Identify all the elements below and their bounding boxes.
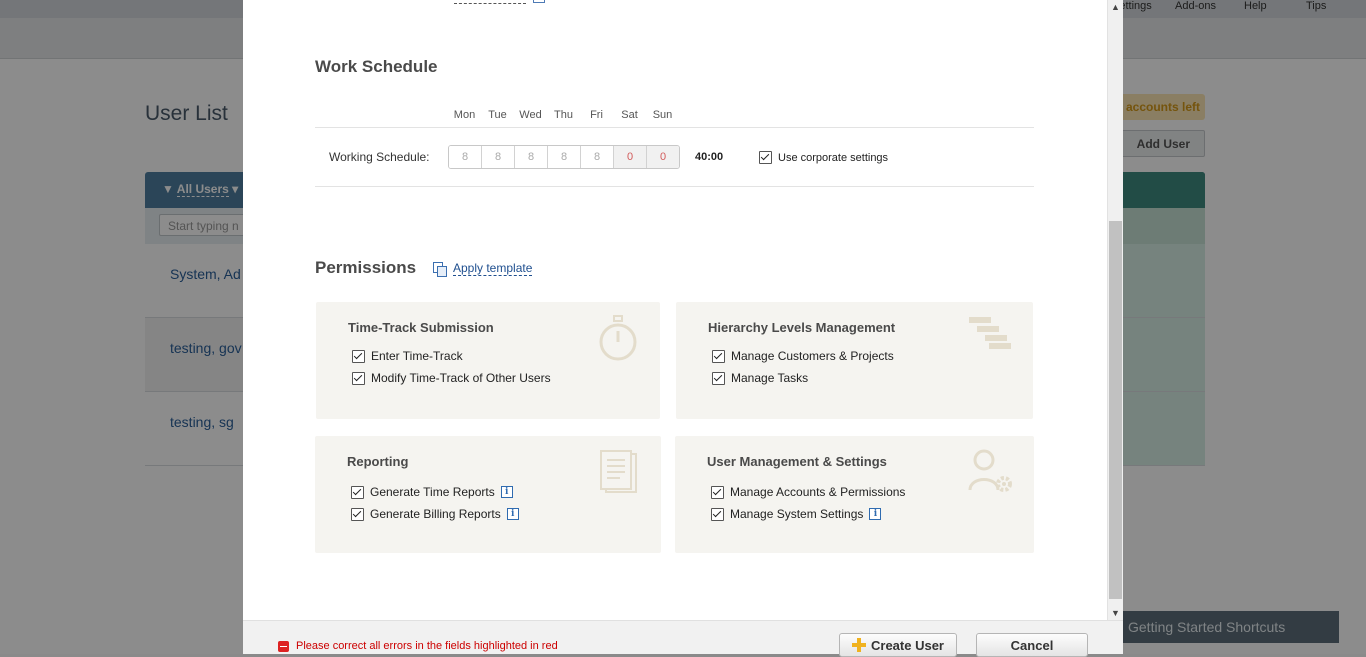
user-management-title: User Management & Settings [707,454,887,469]
day-label: Mon [453,109,476,121]
hours-input-fri[interactable]: 8 [581,146,614,168]
day-label: Sat [621,109,638,121]
perm-generate-time-reports[interactable]: Generate Time Reports i [351,485,513,499]
hierarchy-icon [969,317,1011,349]
checkbox-checked[interactable] [352,371,365,385]
scrollbar-thumb[interactable] [1109,221,1122,599]
modal-scroll-area: Work Schedule Mon Tue Wed Thu Fri Sat Su… [243,0,1107,620]
hours-input-wed[interactable]: 8 [515,146,548,168]
schedule-total: 40:00 [695,151,724,163]
checkbox-checked[interactable] [351,507,364,521]
day-label: Thu [554,109,573,121]
scroll-down-arrow-icon[interactable]: ▼ [1108,606,1123,620]
work-schedule-title: Work Schedule [315,57,438,76]
error-icon [278,640,289,652]
corporate-settings-label: Use corporate settings [778,151,889,164]
hours-input-sun[interactable]: 0 [647,146,679,168]
report-icon [600,450,637,493]
perm-generate-billing-reports[interactable]: Generate Billing Reports i [351,507,519,521]
perm-manage-customers-projects[interactable]: Manage Customers & Projects [712,349,894,363]
create-user-button[interactable]: Create User [839,633,957,657]
perm-label: Manage Customers & Projects [731,349,894,363]
apply-template-label: Apply template [453,261,533,276]
time-track-panel: Time-Track Submission Enter Time-Track M… [316,302,660,419]
perm-manage-system-settings[interactable]: Manage System Settings i [711,507,882,521]
day-label: Fri [590,109,603,121]
info-icon[interactable]: i [869,508,882,520]
perm-label: Manage System Settings [730,507,864,521]
checkbox-checked[interactable] [759,151,772,164]
reporting-title: Reporting [347,454,409,469]
copy-icon [433,261,447,277]
hierarchy-title: Hierarchy Levels Management [708,320,896,335]
checkbox-checked[interactable] [351,485,364,499]
perm-label: Generate Billing Reports [370,507,501,521]
perm-label: Generate Time Reports [370,485,495,499]
perm-modify-time-track[interactable]: Modify Time-Track of Other Users [352,371,551,385]
schedule-hours-inputs: 8 8 8 8 8 0 0 [448,145,680,169]
day-label: Sun [652,109,673,121]
plus-icon [852,638,866,652]
info-icon[interactable]: i [506,508,519,520]
perm-label: Enter Time-Track [371,349,463,363]
perm-enter-time-track[interactable]: Enter Time-Track [352,349,463,363]
perm-label: Manage Accounts & Permissions [730,485,906,499]
weekday-header: Mon Tue Wed Thu Fri Sat Sun [448,109,679,121]
working-schedule-label: Working Schedule: [329,150,430,164]
modal-scrollbar[interactable]: ▲ ▼ [1107,0,1123,620]
divider [315,127,1034,128]
day-label: Tue [488,109,507,121]
user-settings-icon [968,449,1012,492]
hours-input-sat[interactable]: 0 [614,146,647,168]
error-message: Please correct all errors in the fields … [296,640,558,652]
hours-input-thu[interactable]: 8 [548,146,581,168]
checkbox-checked[interactable] [712,349,725,363]
checkbox-checked[interactable] [352,349,365,363]
checkbox-checked[interactable] [712,371,725,385]
checkbox-checked[interactable] [711,485,724,499]
time-track-title: Time-Track Submission [348,320,494,335]
reporting-panel: Reporting Generate Time Reports i Genera… [315,436,661,553]
scroll-up-arrow-icon[interactable]: ▲ [1108,0,1123,14]
validation-error: Please correct all errors in the fields … [278,640,558,652]
day-label: Wed [519,109,542,121]
cancel-button[interactable]: Cancel [976,633,1088,657]
create-user-modal: Work Schedule Mon Tue Wed Thu Fri Sat Su… [243,0,1123,657]
modal-footer: Please correct all errors in the fields … [243,620,1123,657]
corporate-settings-checkbox[interactable]: Use corporate settings [759,151,888,164]
perm-label: Modify Time-Track of Other Users [371,371,551,385]
perm-label: Manage Tasks [731,371,809,385]
previous-field-button[interactable] [533,0,545,3]
divider [315,186,1034,187]
perm-manage-accounts-permissions[interactable]: Manage Accounts & Permissions [711,485,905,499]
checkbox-checked[interactable] [711,507,724,521]
permissions-title: Permissions [315,258,417,277]
previous-field-remnant [454,0,526,4]
hours-input-mon[interactable]: 8 [449,146,482,168]
hierarchy-panel: Hierarchy Levels Management Manage Custo… [676,302,1033,419]
apply-template-link[interactable]: Apply template [433,261,533,277]
info-icon[interactable]: i [500,486,513,498]
perm-manage-tasks[interactable]: Manage Tasks [712,371,808,385]
stopwatch-icon [599,315,637,361]
hours-input-tue[interactable]: 8 [482,146,515,168]
create-user-label: Create User [871,637,944,653]
user-management-panel: User Management & Settings Manage Accoun… [675,436,1034,553]
